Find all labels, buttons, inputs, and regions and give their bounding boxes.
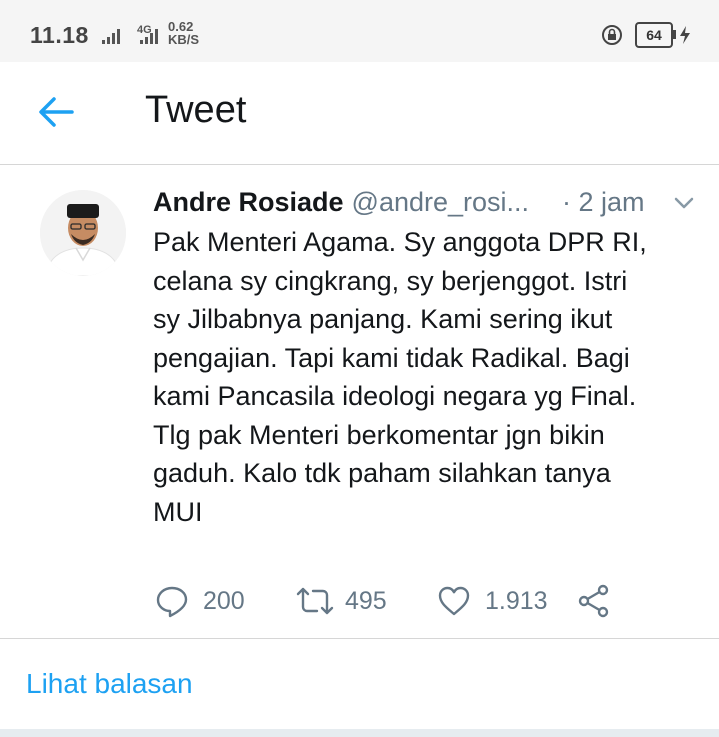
reply-count: 200 xyxy=(203,586,245,615)
reply-icon xyxy=(156,586,188,618)
retweet-icon xyxy=(296,587,334,615)
like-button[interactable]: 1.913 xyxy=(437,583,548,619)
avatar-image xyxy=(40,190,126,276)
retweet-count: 495 xyxy=(345,586,387,615)
share-button[interactable] xyxy=(577,583,611,619)
network-speed: 0.62 KB/S xyxy=(168,20,199,46)
view-replies-link[interactable]: Lihat balasan xyxy=(26,668,193,700)
tweet-header: Andre Rosiade @andre_rosi... xyxy=(153,187,529,218)
battery-cap xyxy=(673,30,676,39)
signal-icon-secondary xyxy=(140,29,158,44)
rotation-lock-icon xyxy=(602,25,622,45)
reply-button[interactable]: 200 xyxy=(155,583,245,619)
tweet-text: Pak Menteri Agama. Sy anggota DPR RI, ce… xyxy=(153,227,647,527)
author-handle[interactable]: @andre_rosi... xyxy=(352,187,530,217)
heart-icon xyxy=(438,586,470,616)
charging-icon xyxy=(680,26,690,44)
network-speed-unit: KB/S xyxy=(168,32,200,47)
author-name[interactable]: Andre Rosiade xyxy=(153,187,344,217)
chevron-down-icon[interactable] xyxy=(673,195,695,211)
status-time: 11.18 xyxy=(30,22,89,48)
battery-level: 64 xyxy=(646,27,662,43)
tweet-timestamp: · 2 jam xyxy=(562,187,645,217)
status-right-group: 64 xyxy=(601,22,691,48)
retweet-button[interactable]: 495 xyxy=(295,583,387,619)
share-icon xyxy=(578,584,609,618)
status-bar: 11.18 4G 0.62 KB/S 64 xyxy=(0,0,719,62)
battery-indicator: 64 xyxy=(635,22,676,48)
page-title: Tweet xyxy=(145,89,247,131)
bottom-divider xyxy=(0,729,719,737)
like-count: 1.913 xyxy=(485,586,548,615)
signal-icon xyxy=(102,29,120,44)
avatar[interactable] xyxy=(40,190,126,276)
arrow-left-icon[interactable] xyxy=(36,92,76,132)
app-bar: Tweet xyxy=(0,62,719,165)
tweet-card: Andre Rosiade @andre_rosi... · 2 jam Pak … xyxy=(0,165,719,639)
